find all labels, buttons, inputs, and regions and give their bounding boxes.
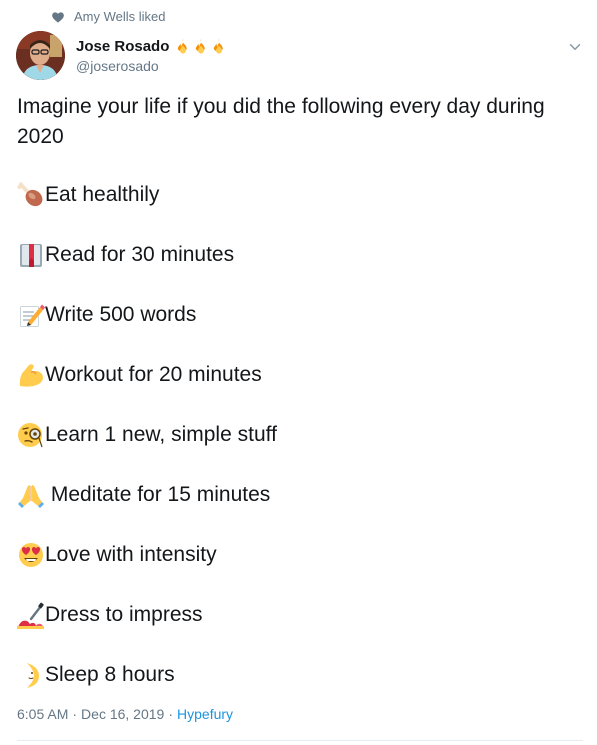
book-icon bbox=[20, 244, 42, 267]
list-item: Love with intensity bbox=[17, 540, 587, 570]
display-name[interactable]: Jose Rosado bbox=[76, 38, 169, 55]
tweet-intro: Imagine your life if you did the followi… bbox=[17, 95, 545, 148]
avatar-image bbox=[16, 31, 65, 80]
timestamp[interactable]: 6:05 AM bbox=[17, 706, 68, 722]
list-item-text: Meditate for 15 minutes bbox=[45, 483, 271, 506]
tweet-list: Eat healthily Read for 30 minutes Write … bbox=[17, 180, 587, 720]
list-item-text: Read for 30 minutes bbox=[45, 243, 235, 266]
tweet-meta: 6:05 AM · Dec 16, 2019 · Hypefury bbox=[17, 706, 233, 722]
social-context: Amy Wells liked bbox=[51, 9, 166, 24]
tweet-card[interactable]: Amy Wells liked Jose Rosado @joserosado … bbox=[0, 0, 597, 745]
social-context-text[interactable]: Amy Wells liked bbox=[74, 9, 166, 24]
list-item: Write 500 words bbox=[17, 300, 587, 330]
fire-icon bbox=[196, 38, 206, 54]
memo-icon bbox=[20, 304, 45, 327]
poultry-leg-icon bbox=[17, 182, 43, 207]
meta-separator: · bbox=[72, 706, 78, 722]
nail-polish-icon bbox=[17, 602, 44, 629]
list-item: Meditate for 15 minutes bbox=[17, 480, 587, 510]
name-row: Jose Rosado bbox=[76, 36, 228, 56]
source-link[interactable]: Hypefury bbox=[177, 706, 233, 722]
folded-hands-icon bbox=[18, 485, 44, 508]
list-item-text: Workout for 20 minutes bbox=[45, 363, 262, 386]
author-block[interactable]: Jose Rosado @joserosado bbox=[76, 36, 228, 74]
list-item: Read for 30 minutes bbox=[17, 240, 587, 270]
list-item: Dress to impress bbox=[17, 600, 587, 630]
list-item-text: Eat healthily bbox=[45, 183, 160, 206]
list-item-text: Sleep 8 hours bbox=[45, 663, 175, 686]
divider bbox=[17, 740, 583, 741]
chevron-down-icon[interactable] bbox=[566, 38, 584, 56]
tweet-date[interactable]: Dec 16, 2019 bbox=[81, 706, 164, 722]
fire-icon bbox=[214, 38, 224, 54]
list-item-text: Learn 1 new, simple stuff bbox=[45, 423, 277, 446]
list-item-text: Write 500 words bbox=[45, 303, 197, 326]
list-item-text: Dress to impress bbox=[45, 603, 203, 626]
meta-separator: · bbox=[168, 706, 174, 722]
heart-icon bbox=[52, 11, 64, 23]
monocle-face-icon bbox=[18, 423, 43, 448]
crescent-moon-icon bbox=[27, 663, 39, 688]
list-item: Sleep 8 hours bbox=[17, 660, 587, 690]
list-item: Eat healthily bbox=[17, 180, 587, 210]
list-item-text: Love with intensity bbox=[45, 543, 217, 566]
list-item: Workout for 20 minutes bbox=[17, 360, 587, 390]
name-emojis bbox=[174, 37, 228, 55]
fire-icon bbox=[178, 38, 188, 54]
list-item: Learn 1 new, simple stuff bbox=[17, 420, 587, 450]
flexed-biceps-icon bbox=[19, 364, 43, 387]
handle[interactable]: @joserosado bbox=[76, 58, 228, 74]
avatar[interactable] bbox=[16, 31, 65, 80]
heart-eyes-icon bbox=[19, 543, 43, 567]
